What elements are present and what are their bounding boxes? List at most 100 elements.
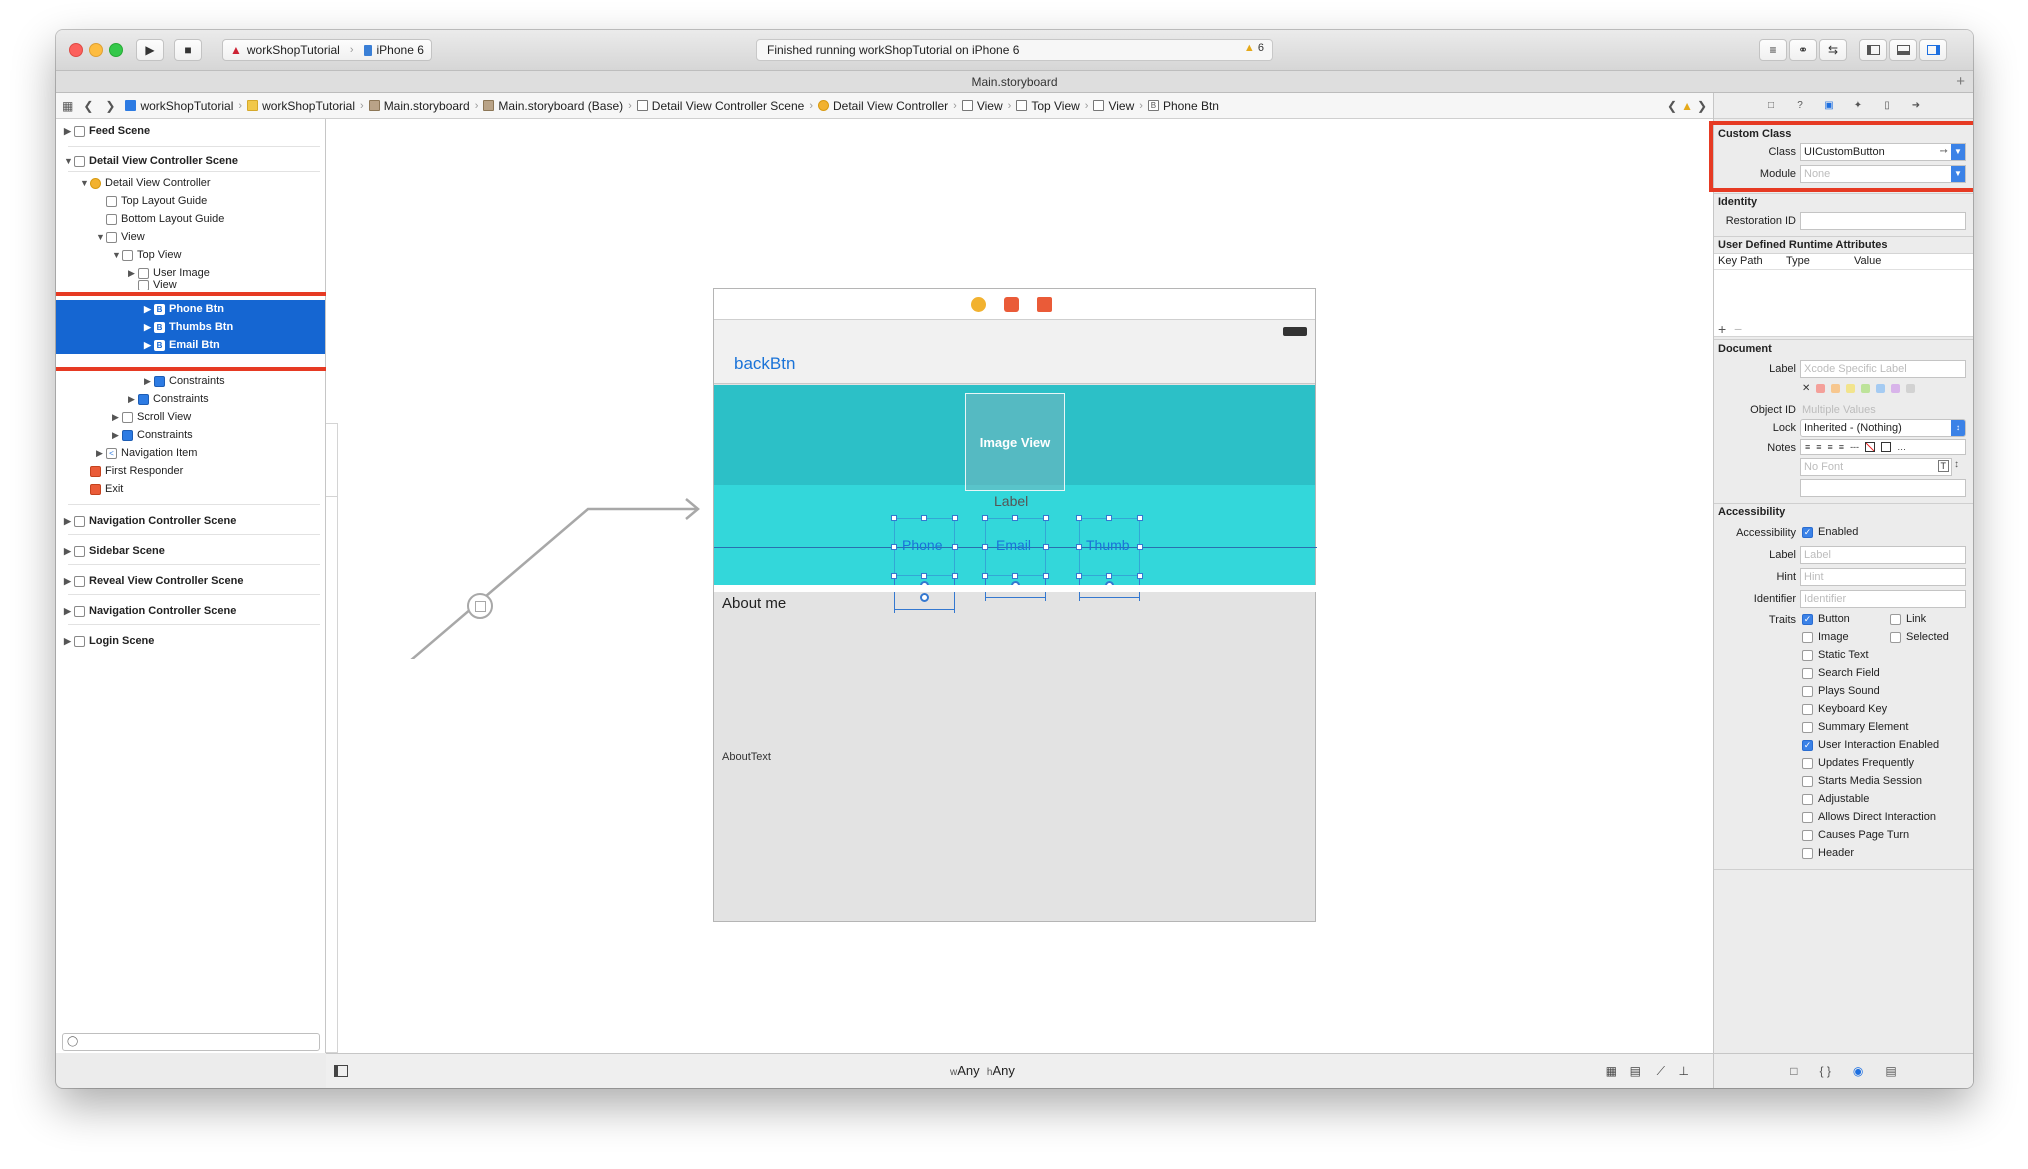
trait-selected-checkbox[interactable]: Selected [1890,631,1949,643]
next-issue-icon[interactable]: ❯ [1697,99,1707,113]
a11y-hint-field[interactable]: Hint [1800,568,1966,586]
outline-reveal-scene[interactable]: ▶ Reveal View Controller Scene [64,572,243,590]
outline-scroll-view[interactable]: ▶ Scroll View [112,408,191,426]
pin-icon[interactable]: ⟋ [1657,1064,1665,1079]
close-window-button[interactable] [69,43,83,57]
view-controller-icon[interactable] [971,297,986,312]
breadcrumb-folder[interactable]: workShopTutorial [247,99,355,113]
col-key-path[interactable]: Key Path [1718,255,1763,267]
swatch-blue[interactable] [1876,383,1886,393]
toggle-debug-button[interactable] [1889,39,1917,61]
disclosure-right-icon[interactable]: ▶ [64,636,74,647]
resize-handle[interactable] [1012,573,1018,579]
resize-handle[interactable] [1137,515,1143,521]
trait-causes-page-turn-checkbox[interactable]: Causes Page Turn [1802,829,1909,841]
previous-issue-icon[interactable]: ❮ [1667,99,1677,113]
resize-handle[interactable] [952,544,958,550]
object-library-icon[interactable]: ◉ [1853,1064,1863,1078]
back-button[interactable]: backBtn [734,354,795,374]
stop-button[interactable]: ■ [174,39,202,61]
scheme-selector[interactable]: ▲ workShopTutorial › iPhone 6 [222,39,432,61]
file-inspector-icon[interactable]: □ [1764,99,1778,113]
trait-header-checkbox[interactable]: Header [1802,847,1854,859]
outline-view[interactable]: ▼ View [96,228,145,246]
forward-arrow-icon[interactable]: ❯ [105,99,115,113]
outline-exit[interactable]: Exit [80,480,123,498]
outline-constraints-view[interactable]: ▶ Constraints [112,426,193,444]
col-value[interactable]: Value [1854,255,1881,267]
breadcrumb-view[interactable]: View [961,99,1003,113]
disclosure-right-icon[interactable]: ▶ [112,412,122,423]
remove-attribute-button[interactable]: − [1734,321,1742,337]
trait-allows-direct-checkbox[interactable]: Allows Direct Interaction [1802,811,1936,823]
exit-icon[interactable] [1037,297,1052,312]
disclosure-down-icon[interactable]: ▼ [80,178,90,188]
disclosure-right-icon[interactable]: ▶ [96,448,106,459]
disclosure-down-icon[interactable]: ▼ [64,156,74,166]
outline-nav-scene-2[interactable]: ▶ Navigation Controller Scene [64,602,236,620]
accessibility-enabled-checkbox[interactable]: ✓ Enabled [1802,526,1858,538]
user-image-view[interactable]: Image View [965,393,1065,491]
run-button[interactable]: ▶ [136,39,164,61]
standard-editor-button[interactable]: ≡ [1759,39,1787,61]
breadcrumb-view-controller[interactable]: Detail View Controller [818,99,948,113]
identity-inspector-icon[interactable]: ▣ [1822,99,1836,113]
a11y-identifier-field[interactable]: Identifier [1800,590,1966,608]
outline-detail-scene[interactable]: ▼ Detail View Controller Scene [64,152,238,170]
version-editor-button[interactable]: ⇆ [1819,39,1847,61]
outline-detail-vc[interactable]: ▼ Detail View Controller [80,174,211,192]
disclosure-right-icon[interactable]: ▶ [64,126,74,137]
trait-updates-frequently-checkbox[interactable]: Updates Frequently [1802,757,1914,769]
swatch-yellow[interactable] [1846,383,1856,393]
resize-handle[interactable] [1076,515,1082,521]
outline-constraints-top[interactable]: ▶ Constraints [128,390,209,408]
resize-handle[interactable] [1106,573,1112,579]
size-inspector-icon[interactable]: ▯ [1880,99,1894,113]
outline-sidebar-scene[interactable]: ▶ Sidebar Scene [64,542,165,560]
disclosure-right-icon[interactable]: ▶ [112,430,122,441]
align-icon[interactable]: ▤ [1630,1064,1641,1078]
quick-help-icon[interactable]: ? [1793,99,1807,113]
outline-constraints-inner[interactable]: ▶ Constraints [144,372,225,390]
notes-text-area[interactable] [1800,479,1966,497]
outline-feed-scene[interactable]: ▶ Feed Scene [64,122,150,140]
trait-summary-element-checkbox[interactable]: Summary Element [1802,721,1908,733]
restoration-id-field[interactable] [1800,212,1966,230]
trait-starts-media-checkbox[interactable]: Starts Media Session [1802,775,1922,787]
connections-inspector-icon[interactable]: ➜ [1909,99,1923,113]
align-left-icon[interactable]: ≡ [1805,442,1810,452]
resize-handle[interactable] [891,544,897,550]
swatch-green[interactable] [1861,383,1871,393]
trait-search-field-checkbox[interactable]: Search Field [1802,667,1880,679]
outline-bottom-layout-guide[interactable]: Bottom Layout Guide [96,210,224,228]
no-color-icon[interactable] [1865,442,1876,452]
disclosure-right-icon[interactable]: ▶ [128,268,138,279]
outline-nav-scene-1[interactable]: ▶ Navigation Controller Scene [64,512,236,530]
add-attribute-button[interactable]: + [1718,321,1726,337]
breadcrumb-storyboard[interactable]: Main.storyboard [368,99,470,113]
outline-top-layout-guide[interactable]: Top Layout Guide [96,192,207,210]
outline-login-scene[interactable]: ▶ Login Scene [64,632,154,650]
outline-top-view[interactable]: ▼ Top View [112,246,181,264]
notes-font-field[interactable]: No Font T [1800,458,1952,476]
text-color-icon[interactable] [1881,442,1892,452]
toggle-navigator-button[interactable] [1859,39,1887,61]
resize-handle[interactable] [1043,515,1049,521]
breadcrumb-inner-view[interactable]: View [1093,99,1134,113]
resize-handle[interactable] [921,573,927,579]
disclosure-down-icon[interactable]: ▼ [112,250,122,260]
warning-badge[interactable]: ▲ 6 [1244,42,1264,54]
resize-handle[interactable] [952,573,958,579]
minimize-window-button[interactable] [89,43,103,57]
outline-navigation-item[interactable]: ▶ < Navigation Item [96,444,197,462]
trait-static-text-checkbox[interactable]: Static Text [1802,649,1869,661]
dash-icon[interactable]: --- [1850,442,1859,452]
a11y-label-field[interactable]: Label [1800,546,1966,564]
toggle-utilities-button[interactable] [1919,39,1947,61]
outline-inner-view[interactable]: View [128,280,177,290]
breadcrumb-storyboard-base[interactable]: Main.storyboard (Base) [483,99,623,113]
doc-label-field[interactable]: Xcode Specific Label [1800,360,1966,378]
issue-warning-icon[interactable]: ▲ [1681,99,1693,113]
trait-link-checkbox[interactable]: Link [1890,613,1926,625]
storyboard-canvas[interactable]: backBtn Image View Label Phone Email Thu… [326,119,1713,1053]
